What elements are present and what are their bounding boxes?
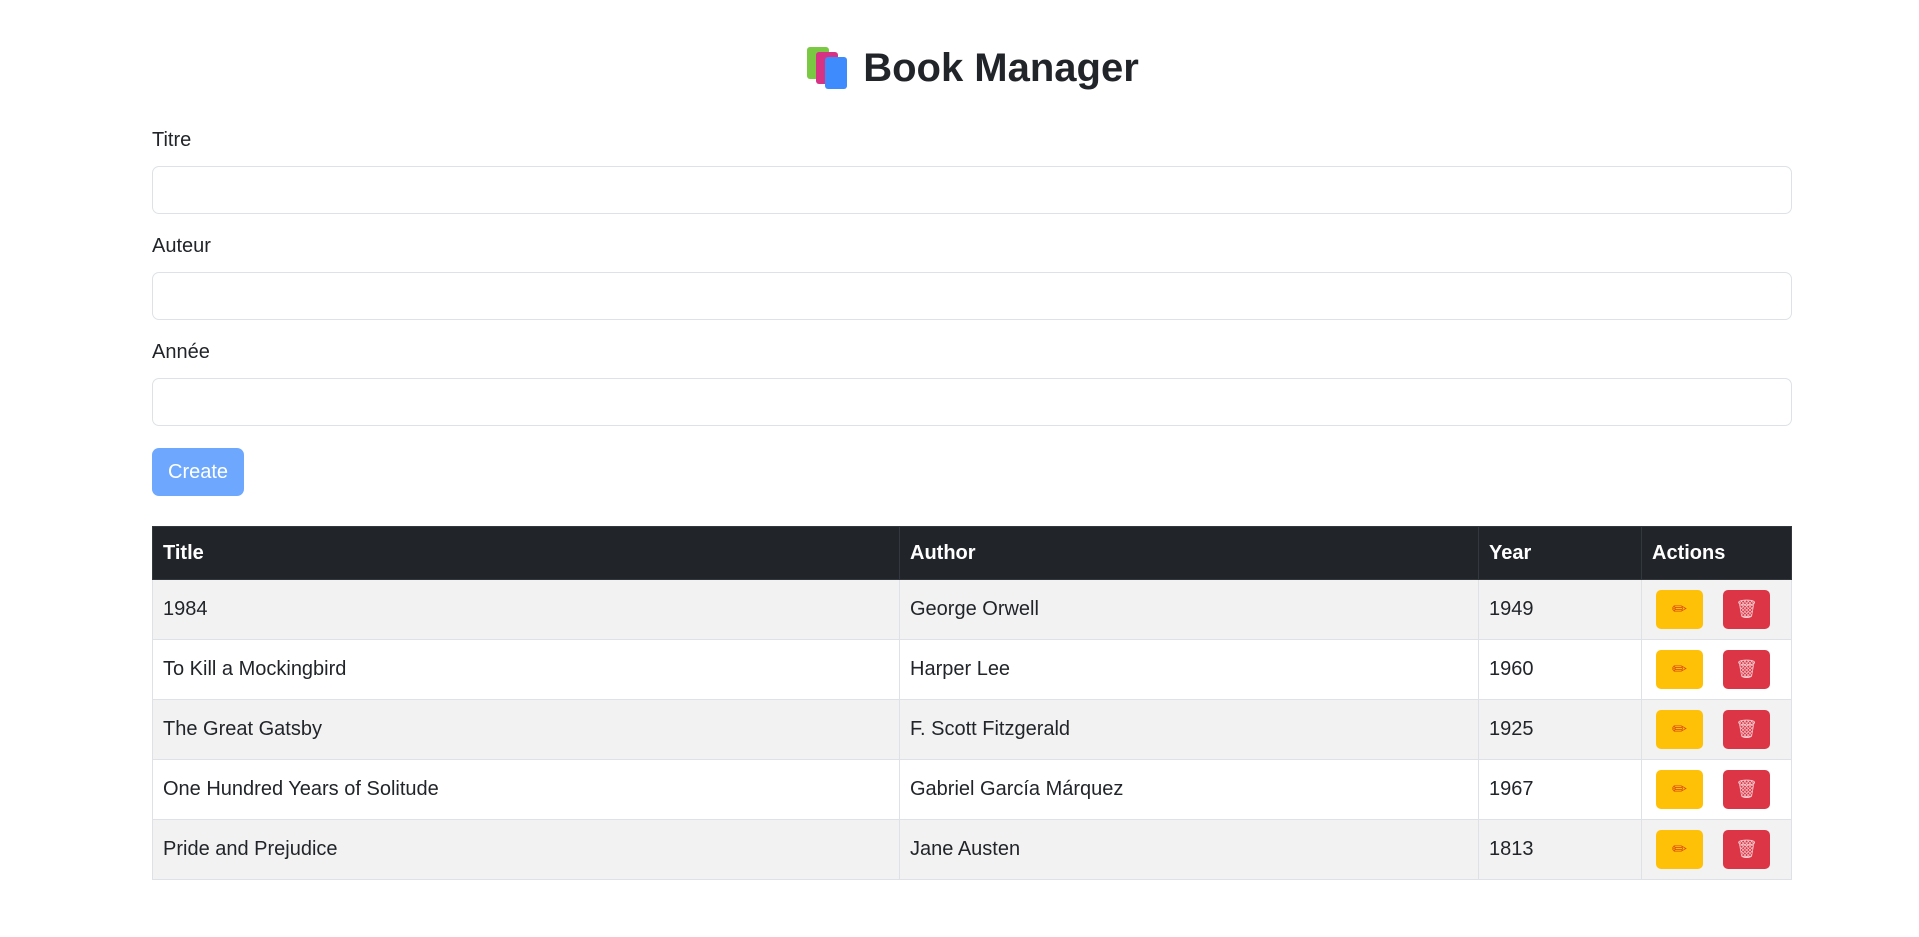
app-container: Book Manager Titre Auteur Année Create T… xyxy=(152,0,1792,880)
edit-button[interactable]: ✏ xyxy=(1656,590,1703,629)
delete-button[interactable]: 🗑 xyxy=(1723,830,1770,869)
cell-title: To Kill a Mockingbird xyxy=(152,639,900,700)
edit-button[interactable]: ✏ xyxy=(1656,770,1703,809)
table-row: The Great Gatsby F. Scott Fitzgerald 192… xyxy=(152,699,1792,760)
cell-title: 1984 xyxy=(152,579,900,640)
cell-actions: ✏ 🗑 xyxy=(1641,699,1792,760)
title-group: Titre xyxy=(152,128,1792,214)
table-row: Pride and Prejudice Jane Austen 1813 ✏ 🗑 xyxy=(152,819,1792,880)
author-group: Auteur xyxy=(152,234,1792,320)
cell-year: 1949 xyxy=(1478,579,1642,640)
cell-actions: ✏ 🗑 xyxy=(1641,579,1792,640)
books-icon xyxy=(805,47,849,89)
cell-year: 1925 xyxy=(1478,699,1642,760)
table-row: To Kill a Mockingbird Harper Lee 1960 ✏ 🗑 xyxy=(152,639,1792,700)
trash-icon: 🗑 xyxy=(1735,719,1758,739)
table-header-row: Title Author Year Actions xyxy=(152,526,1792,580)
cell-title: The Great Gatsby xyxy=(152,699,900,760)
author-input[interactable] xyxy=(152,272,1792,320)
cell-author: Gabriel García Márquez xyxy=(899,759,1479,820)
cell-author: F. Scott Fitzgerald xyxy=(899,699,1479,760)
cell-author: Jane Austen xyxy=(899,819,1479,880)
create-button[interactable]: Create xyxy=(152,448,245,496)
books-table: Title Author Year Actions 1984 George Or… xyxy=(152,526,1792,880)
author-label: Auteur xyxy=(152,235,211,257)
pencil-icon: ✏ xyxy=(1671,779,1688,799)
pencil-icon: ✏ xyxy=(1671,839,1688,859)
cell-year: 1967 xyxy=(1478,759,1642,820)
edit-button[interactable]: ✏ xyxy=(1656,830,1703,869)
pencil-icon: ✏ xyxy=(1671,719,1688,739)
delete-button[interactable]: 🗑 xyxy=(1723,590,1770,629)
cell-actions: ✏ 🗑 xyxy=(1641,639,1792,700)
cell-author: George Orwell xyxy=(899,579,1479,640)
pencil-icon: ✏ xyxy=(1671,599,1688,619)
cell-author: Harper Lee xyxy=(899,639,1479,700)
page-title-text: Book Manager xyxy=(863,45,1139,90)
header-year: Year xyxy=(1478,526,1642,580)
header-actions: Actions xyxy=(1641,526,1792,580)
delete-button[interactable]: 🗑 xyxy=(1723,770,1770,809)
delete-button[interactable]: 🗑 xyxy=(1723,650,1770,689)
year-label: Année xyxy=(152,341,210,363)
trash-icon: 🗑 xyxy=(1735,659,1758,679)
header-author: Author xyxy=(899,526,1479,580)
year-group: Année xyxy=(152,340,1792,426)
cell-title: Pride and Prejudice xyxy=(152,819,900,880)
trash-icon: 🗑 xyxy=(1735,599,1758,619)
pencil-icon: ✏ xyxy=(1671,659,1688,679)
edit-button[interactable]: ✏ xyxy=(1656,710,1703,749)
book-form: Titre Auteur Année Create xyxy=(152,128,1792,496)
page-title: Book Manager xyxy=(805,46,1139,91)
header-title: Title xyxy=(152,526,900,580)
trash-icon: 🗑 xyxy=(1735,839,1758,859)
cell-year: 1813 xyxy=(1478,819,1642,880)
cell-title: One Hundred Years of Solitude xyxy=(152,759,900,820)
cell-year: 1960 xyxy=(1478,639,1642,700)
table-row: 1984 George Orwell 1949 ✏ 🗑 xyxy=(152,579,1792,640)
title-label: Titre xyxy=(152,129,192,151)
table-row: One Hundred Years of Solitude Gabriel Ga… xyxy=(152,759,1792,820)
trash-icon: 🗑 xyxy=(1735,779,1758,799)
cell-actions: ✏ 🗑 xyxy=(1641,759,1792,820)
edit-button[interactable]: ✏ xyxy=(1656,650,1703,689)
delete-button[interactable]: 🗑 xyxy=(1723,710,1770,749)
cell-actions: ✏ 🗑 xyxy=(1641,819,1792,880)
year-input[interactable] xyxy=(152,378,1792,426)
title-input[interactable] xyxy=(152,166,1792,214)
header: Book Manager xyxy=(152,0,1792,128)
